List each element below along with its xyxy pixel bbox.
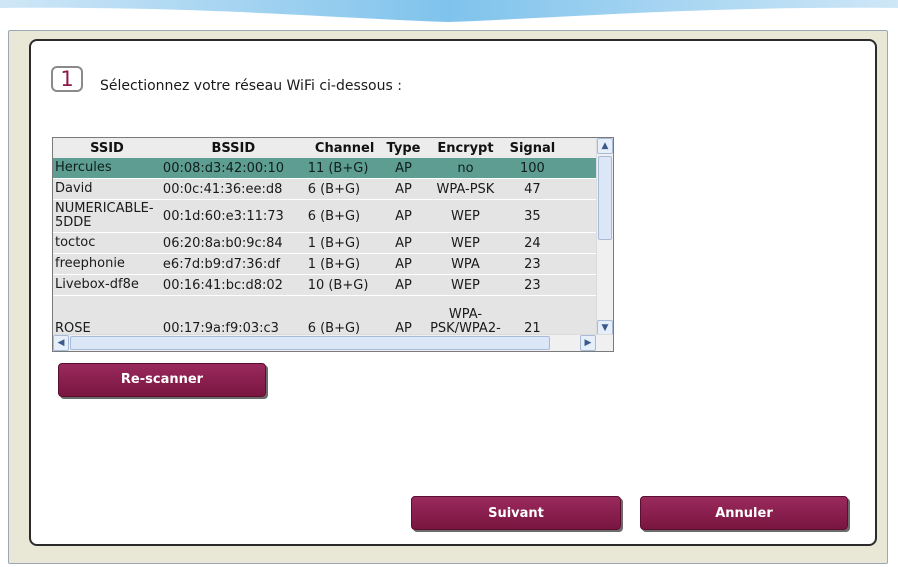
cell-channel: 11 (B+G) [305,158,384,179]
cell-bssid: e6:7d:b9:d7:36:df [160,253,306,275]
cell-type: AP [383,274,424,296]
cell-channel: 1 (B+G) [305,253,384,275]
network-table: SSID BSSID Channel Type Encrypt Signal H… [53,138,597,336]
cell-bssid: 00:0c:41:36:ee:d8 [160,178,306,200]
table-header-row: SSID BSSID Channel Type Encrypt Signal [53,138,597,158]
cell-filler [557,232,597,254]
wizard-panel: 1 Sélectionnez votre réseau WiFi ci-dess… [29,39,877,546]
cell-ssid: NUMERICABLE-5DDE [53,199,161,233]
table-row[interactable]: Livebox-df8e 00:16:41:bc:d8:02 10 (B+G) … [53,274,597,296]
column-header-encrypt[interactable]: Encrypt [423,138,508,158]
table-row[interactable]: Hercules 00:08:d3:42:00:10 11 (B+G) AP n… [53,158,597,179]
cell-type: AP [383,253,424,275]
cell-encrypt: WPA [423,253,508,275]
cell-encrypt: WEP [423,274,508,296]
cell-signal: 24 [507,232,558,254]
cell-bssid: 00:16:41:bc:d8:02 [160,274,306,296]
table-row[interactable]: toctoc 06:20:8a:b0:9c:84 1 (B+G) AP WEP … [53,232,597,254]
scroll-left-icon[interactable]: ◀ [53,335,69,351]
cell-channel: 6 (B+G) [305,295,384,336]
cell-bssid: 00:17:9a:f9:03:c3 [160,295,306,336]
cell-filler [557,178,597,200]
cell-encrypt: no [423,158,508,179]
cell-signal: 35 [507,199,558,233]
cell-ssid: Livebox-df8e [53,274,161,296]
rescan-button[interactable]: Re-scanner [58,363,266,397]
cell-ssid: freephonie [53,253,161,275]
column-header-ssid[interactable]: SSID [53,138,161,158]
cancel-button[interactable]: Annuler [640,496,848,530]
cell-ssid: David [53,178,161,200]
vertical-scroll-thumb[interactable] [598,156,612,240]
cell-ssid: toctoc [53,232,161,254]
cell-type: AP [383,158,424,179]
vertical-scrollbar[interactable]: ▲ ▼ [596,138,613,336]
cell-filler [557,274,597,296]
column-header-channel[interactable]: Channel [305,138,384,158]
cell-filler [557,295,597,336]
cell-bssid: 00:1d:60:e3:11:73 [160,199,306,233]
table-row[interactable]: David 00:0c:41:36:ee:d8 6 (B+G) AP WPA-P… [53,178,597,200]
table-row[interactable]: NUMERICABLE-5DDE 00:1d:60:e3:11:73 6 (B+… [53,199,597,233]
cell-filler [557,158,597,179]
cell-filler [557,253,597,275]
cell-encrypt: WPA-PSK [423,178,508,200]
step-title: Sélectionnez votre réseau WiFi ci-dessou… [100,78,402,94]
column-header-signal[interactable]: Signal [507,138,558,158]
table-row[interactable]: freephonie e6:7d:b9:d7:36:df 1 (B+G) AP … [53,253,597,275]
cell-channel: 6 (B+G) [305,178,384,200]
cell-type: AP [383,295,424,336]
step-number: 1 [51,66,83,92]
cell-encrypt: WPA-PSK/WPA2- [423,295,508,336]
horizontal-scroll-thumb[interactable] [70,336,550,350]
cell-channel: 10 (B+G) [305,274,384,296]
cell-ssid: Hercules [53,158,161,179]
cell-channel: 6 (B+G) [305,199,384,233]
cell-bssid: 06:20:8a:b0:9c:84 [160,232,306,254]
cell-type: AP [383,178,424,200]
column-header-filler [557,138,597,158]
column-header-type[interactable]: Type [383,138,424,158]
cell-filler [557,199,597,233]
cell-channel: 1 (B+G) [305,232,384,254]
cell-signal: 23 [507,253,558,275]
cell-signal: 23 [507,274,558,296]
cell-ssid: ROSE [53,295,161,336]
table-row[interactable]: ROSE 00:17:9a:f9:03:c3 6 (B+G) AP WPA-PS… [53,295,597,336]
cell-signal: 21 [507,295,558,336]
next-button[interactable]: Suivant [411,496,621,530]
cell-encrypt: WEP [423,232,508,254]
cell-encrypt: WEP [423,199,508,233]
cell-type: AP [383,232,424,254]
network-table-viewport: SSID BSSID Channel Type Encrypt Signal H… [53,138,597,336]
cell-bssid: 00:08:d3:42:00:10 [160,158,306,179]
horizontal-scrollbar[interactable]: ◀ ▶ [53,334,613,351]
scroll-up-icon[interactable]: ▲ [597,138,613,154]
scroll-right-icon[interactable]: ▶ [580,335,596,351]
cell-type: AP [383,199,424,233]
cell-signal: 100 [507,158,558,179]
network-list[interactable]: SSID BSSID Channel Type Encrypt Signal H… [52,137,614,352]
column-header-bssid[interactable]: BSSID [160,138,306,158]
cell-signal: 47 [507,178,558,200]
